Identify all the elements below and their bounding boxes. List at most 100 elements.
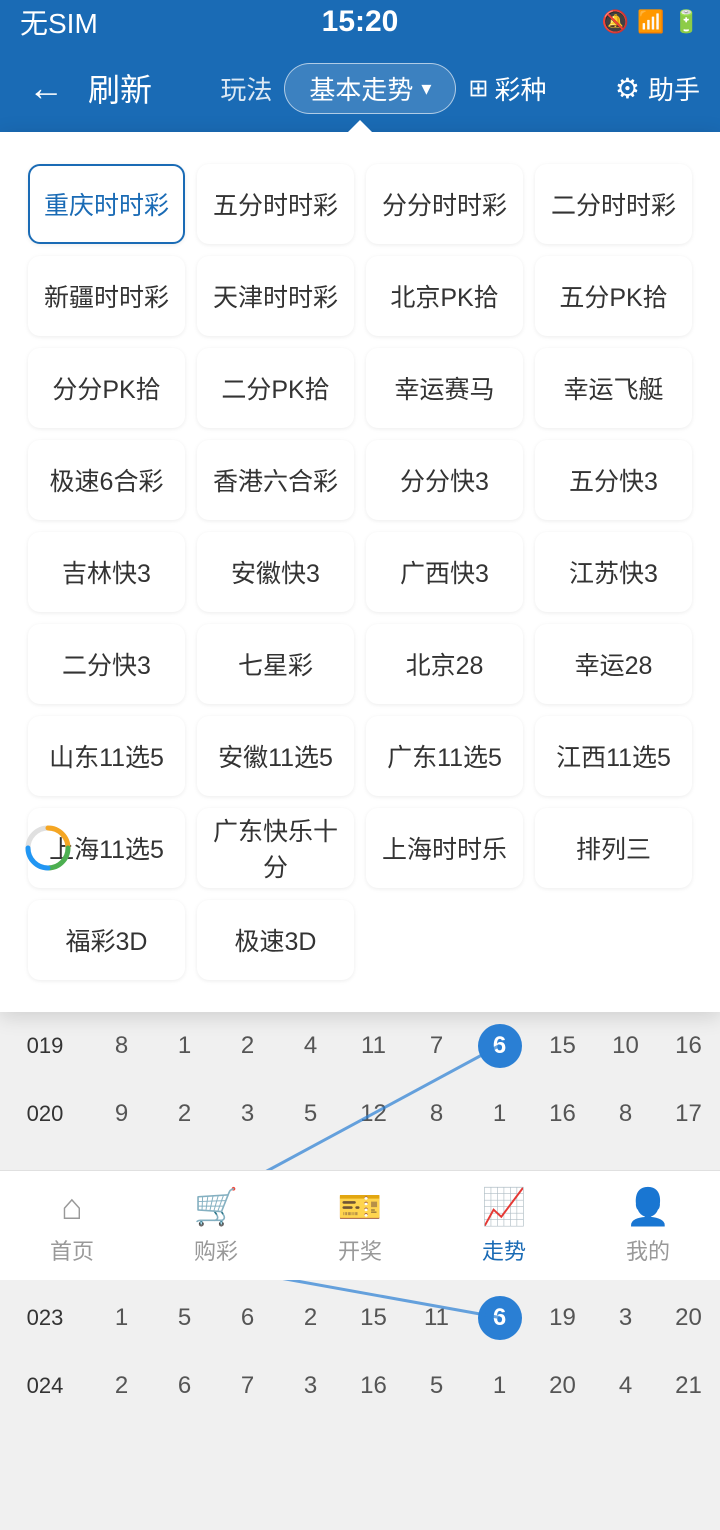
lottery-item-18[interactable]: 安徽快3 — [197, 532, 354, 612]
data-cell: 17 — [657, 1100, 720, 1128]
data-cell: 7 — [405, 1032, 468, 1060]
data-cell: 20 — [657, 1304, 720, 1332]
cart-icon: 🛒 — [194, 1186, 239, 1228]
lottery-item-4[interactable]: 二分时时彩 — [535, 164, 692, 244]
lottery-item-24[interactable]: 幸运28 — [535, 624, 692, 704]
lottery-item-3[interactable]: 分分时时彩 — [366, 164, 523, 244]
data-cell: 19 — [531, 1304, 594, 1332]
data-cell: 1 — [153, 1032, 216, 1060]
mute-icon: 🔕 — [602, 9, 629, 35]
ticket-icon: 🎫 — [338, 1186, 383, 1228]
data-cell: 1 — [468, 1372, 531, 1400]
wifi-icon: 📶 — [637, 9, 664, 35]
nav-item-mine[interactable]: 👤 我的 — [576, 1171, 720, 1280]
user-icon: 👤 — [626, 1186, 671, 1228]
lottery-item-9[interactable]: 分分PK拾 — [28, 348, 185, 428]
data-cell: 1 — [90, 1304, 153, 1332]
lottery-item-15[interactable]: 分分快3 — [366, 440, 523, 520]
data-cell: 11 — [342, 1032, 405, 1060]
nav-item-home[interactable]: ⌂ 首页 — [0, 1171, 144, 1280]
data-cell: 16 — [342, 1372, 405, 1400]
lottery-item-25[interactable]: 山东11选5 — [28, 716, 185, 796]
lottery-grid: 重庆时时彩五分时时彩分分时时彩二分时时彩新疆时时彩天津时时彩北京PK拾五分PK拾… — [16, 152, 704, 992]
lottery-item-5[interactable]: 新疆时时彩 — [28, 256, 185, 336]
lottery-item-11[interactable]: 幸运赛马 — [366, 348, 523, 428]
time-label: 15:20 — [322, 5, 399, 39]
assistant-button[interactable]: ⚙ 助手 — [615, 70, 700, 107]
data-cell: 6 — [216, 1304, 279, 1332]
data-cell: 8 — [90, 1032, 153, 1060]
data-cell: 16 — [531, 1100, 594, 1128]
data-cell: 9 — [90, 1100, 153, 1128]
lottery-item-14[interactable]: 香港六合彩 — [197, 440, 354, 520]
data-cell: 20 — [531, 1372, 594, 1400]
lottery-item-29[interactable]: 上海11选5 — [28, 808, 185, 888]
data-cell: 3 — [279, 1372, 342, 1400]
data-cell: 6 — [468, 1296, 531, 1340]
nav-item-trend[interactable]: 📈 走势 — [432, 1171, 576, 1280]
data-cell: 3 — [594, 1304, 657, 1332]
lottery-item-17[interactable]: 吉林快3 — [28, 532, 185, 612]
lottery-item-7[interactable]: 北京PK拾 — [366, 256, 523, 336]
lottery-item-20[interactable]: 江苏快3 — [535, 532, 692, 612]
data-cell: 8 — [594, 1100, 657, 1128]
lottery-item-2[interactable]: 五分时时彩 — [197, 164, 354, 244]
data-cell: 2 — [216, 1032, 279, 1060]
home-icon: ⌂ — [61, 1186, 83, 1228]
data-cell: 5 — [153, 1304, 216, 1332]
data-cell: 2 — [153, 1100, 216, 1128]
issue-cell: 024 — [0, 1373, 90, 1399]
table-row: 0209235128116817 — [0, 1080, 720, 1148]
nav-draw-label: 开奖 — [338, 1234, 382, 1266]
data-cell: 2 — [279, 1304, 342, 1332]
data-cell: 5 — [405, 1372, 468, 1400]
nav-item-buy[interactable]: 🛒 购彩 — [144, 1171, 288, 1280]
circled-value: 6 — [478, 1024, 522, 1068]
lottery-item-33[interactable]: 福彩3D — [28, 900, 185, 980]
lottery-type-button[interactable]: ⊞ 彩种 — [468, 70, 546, 107]
lottery-item-12[interactable]: 幸运飞艇 — [535, 348, 692, 428]
lottery-item-26[interactable]: 安徽11选5 — [197, 716, 354, 796]
carrier-label: 无SIM — [20, 2, 98, 42]
refresh-button[interactable]: 刷新 — [88, 65, 152, 111]
lottery-item-19[interactable]: 广西快3 — [366, 532, 523, 612]
circled-value: 6 — [478, 1296, 522, 1340]
lottery-item-32[interactable]: 排列三 — [535, 808, 692, 888]
data-cell: 4 — [279, 1032, 342, 1060]
lottery-item-1[interactable]: 重庆时时彩 — [28, 164, 185, 244]
lottery-item-21[interactable]: 二分快3 — [28, 624, 185, 704]
nav-item-draw[interactable]: 🎫 开奖 — [288, 1171, 432, 1280]
lottery-item-10[interactable]: 二分PK拾 — [197, 348, 354, 428]
data-cell: 15 — [531, 1032, 594, 1060]
lottery-item-23[interactable]: 北京28 — [366, 624, 523, 704]
data-cell: 12 — [342, 1100, 405, 1128]
data-cell: 15 — [342, 1304, 405, 1332]
lottery-item-8[interactable]: 五分PK拾 — [535, 256, 692, 336]
play-method-label: 玩法 — [220, 70, 272, 107]
back-button[interactable]: ← — [20, 59, 72, 117]
lottery-item-31[interactable]: 上海时时乐 — [366, 808, 523, 888]
trend-icon: 📈 — [482, 1186, 527, 1228]
data-cell: 6 — [153, 1372, 216, 1400]
data-cell: 3 — [216, 1100, 279, 1128]
dropdown-button[interactable]: 基本走势 ▾ — [284, 63, 456, 114]
gear-icon: ⚙ — [615, 72, 640, 105]
data-cell: 4 — [594, 1372, 657, 1400]
lottery-item-27[interactable]: 广东11选5 — [366, 716, 523, 796]
lottery-item-28[interactable]: 江西11选5 — [535, 716, 692, 796]
lottery-item-16[interactable]: 五分快3 — [535, 440, 692, 520]
data-cell: 10 — [594, 1032, 657, 1060]
lottery-item-22[interactable]: 七星彩 — [197, 624, 354, 704]
issue-cell: 019 — [0, 1033, 90, 1059]
assistant-label: 助手 — [648, 70, 700, 107]
lottery-item-13[interactable]: 极速6合彩 — [28, 440, 185, 520]
lottery-item-30[interactable]: 广东快乐十分 — [197, 808, 354, 888]
data-cell: 16 — [657, 1032, 720, 1060]
lottery-item-34[interactable]: 极速3D — [197, 900, 354, 980]
header-middle: 玩法 基本走势 ▾ ⊞ 彩种 — [168, 63, 599, 114]
bottom-nav: ⌂ 首页 🛒 购彩 🎫 开奖 📈 走势 👤 我的 — [0, 1170, 720, 1280]
data-cell: 11 — [405, 1304, 468, 1332]
lottery-item-6[interactable]: 天津时时彩 — [197, 256, 354, 336]
grid-icon: ⊞ — [468, 74, 488, 103]
nav-mine-label: 我的 — [626, 1234, 670, 1266]
